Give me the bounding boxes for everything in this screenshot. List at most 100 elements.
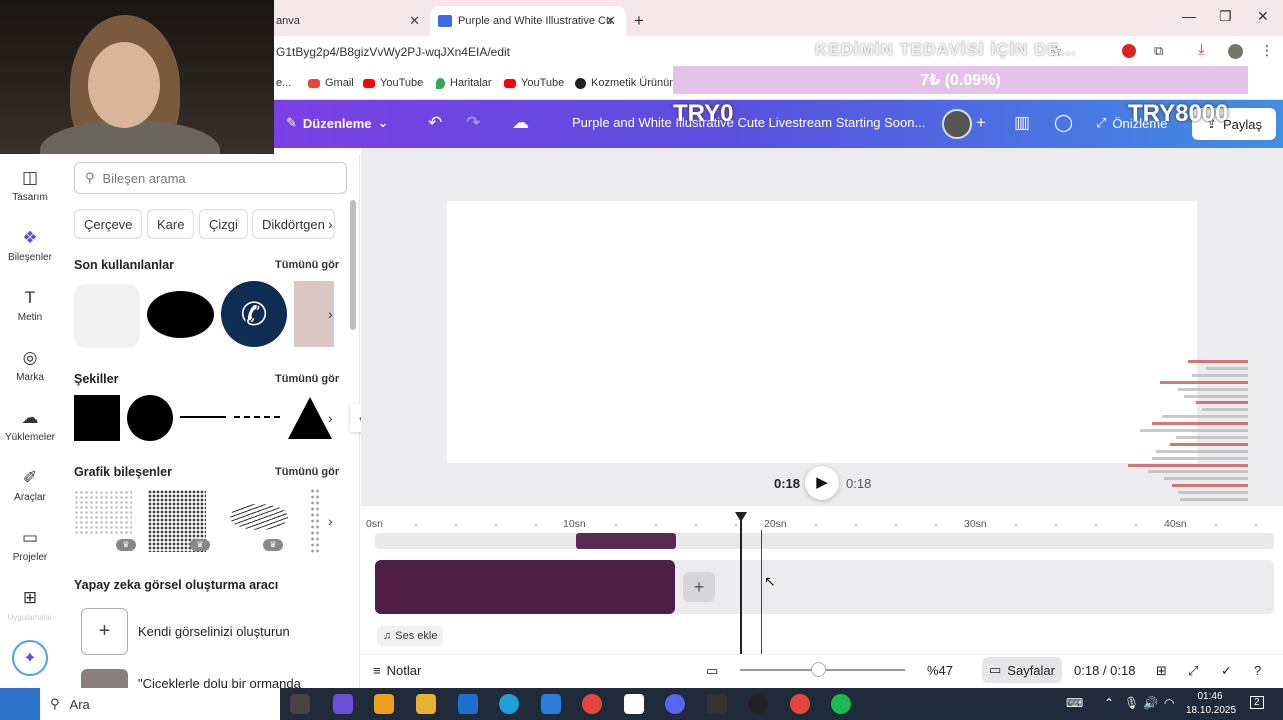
- ai-sample-thumb[interactable]: [81, 669, 128, 688]
- graphics-see-all[interactable]: Tümünü gör: [275, 466, 339, 478]
- rail-item-text[interactable]: T Metin: [0, 288, 60, 323]
- edit-menu[interactable]: ✎ Düzenleme ⌄: [286, 115, 388, 131]
- store-icon[interactable]: [374, 694, 394, 714]
- dots-graphic[interactable]: [310, 488, 320, 554]
- obs-icon[interactable]: [748, 694, 768, 714]
- fullscreen-icon[interactable]: ⤢: [1188, 663, 1198, 679]
- image-clip[interactable]: [576, 533, 676, 549]
- chip-frame[interactable]: Çerçeve: [74, 209, 143, 239]
- bookmark-youtube-2[interactable]: YouTube: [504, 77, 564, 89]
- design-page[interactable]: [447, 201, 1197, 463]
- url-field[interactable]: G1tByg2p4/B8gizVvWy2PJ-wqJXn4EIA/edit: [276, 45, 510, 59]
- chrome-active-icon[interactable]: [790, 694, 810, 714]
- browser-tab-active[interactable]: Purple and White Illustrative Cu ✕: [430, 6, 626, 36]
- new-tab-button[interactable]: +: [634, 6, 654, 36]
- grid-view-icon[interactable]: ⊞: [1156, 663, 1167, 679]
- close-tab-icon[interactable]: ✕: [409, 13, 420, 29]
- restore-icon[interactable]: ❐: [1219, 8, 1232, 25]
- rail-item-design[interactable]: ◫ Tasarım: [0, 168, 60, 203]
- close-window-icon[interactable]: ✕: [1257, 8, 1269, 25]
- keyboard-icon[interactable]: ⌨: [1066, 696, 1083, 710]
- outlook-icon[interactable]: [458, 694, 478, 714]
- chevron-up-icon[interactable]: ⌃: [1104, 696, 1114, 710]
- ie-icon[interactable]: [541, 694, 561, 714]
- taskbar-clock[interactable]: 01:46 18.10.2025: [1186, 690, 1236, 718]
- bookmark-cosmetics[interactable]: Kozmetik Ürününd: [575, 77, 682, 89]
- magic-assistant-button[interactable]: ✦: [12, 640, 48, 676]
- timeline-toggle-icon[interactable]: ▭: [706, 663, 718, 679]
- notification-badge[interactable]: 2: [1250, 696, 1264, 709]
- close-tab-icon[interactable]: ✕: [605, 13, 616, 29]
- ai-create-label[interactable]: Kendi görselinizi oluşturun: [138, 624, 290, 639]
- collaborator-avatar[interactable]: [942, 109, 972, 139]
- chrome-icon[interactable]: [582, 694, 602, 714]
- rail-item-uploads[interactable]: ☁ Yüklemeler: [0, 408, 60, 443]
- bookmark-maps[interactable]: Haritalar: [436, 77, 492, 89]
- brush-graphic[interactable]: [230, 504, 288, 530]
- folder-icon[interactable]: [416, 694, 436, 714]
- add-page-button[interactable]: +: [683, 572, 715, 602]
- chip-square[interactable]: Kare: [147, 209, 195, 239]
- task-view-icon[interactable]: [290, 694, 310, 714]
- rail-item-tools[interactable]: ✐ Araçlar: [0, 468, 60, 503]
- playhead[interactable]: [740, 518, 742, 654]
- wifi-icon[interactable]: ◠: [1164, 696, 1174, 710]
- menu-icon[interactable]: ⋮: [1260, 42, 1274, 59]
- recent-see-all[interactable]: Tümünü gör: [275, 259, 339, 271]
- rail-item-brand[interactable]: ◎ Marka: [0, 348, 60, 383]
- help-icon[interactable]: ?: [1254, 663, 1261, 678]
- halftone-graphic[interactable]: [74, 490, 132, 534]
- triangle-shape[interactable]: [288, 397, 332, 439]
- puzzle-icon[interactable]: ⧉: [1154, 43, 1163, 59]
- chip-rectangle[interactable]: Dikdörtgen: [252, 209, 335, 239]
- ai-create-plus-button[interactable]: +: [81, 608, 128, 655]
- add-collaborator-icon[interactable]: +: [976, 113, 986, 133]
- copilot-icon[interactable]: [333, 694, 353, 714]
- shapes-see-all[interactable]: Tümünü gör: [275, 373, 339, 385]
- edge-icon[interactable]: [499, 694, 519, 714]
- comment-icon[interactable]: ◯: [1054, 113, 1073, 133]
- chevron-right-icon[interactable]: ›: [328, 306, 333, 322]
- bookmark-gmail[interactable]: Gmail: [308, 77, 354, 89]
- recent-ellipse-thumb[interactable]: [147, 291, 214, 338]
- chevron-right-icon[interactable]: ›: [328, 513, 333, 529]
- pages-button[interactable]: ▭ Sayfalar: [982, 657, 1062, 683]
- minimize-icon[interactable]: —: [1182, 8, 1196, 24]
- bookmark-youtube[interactable]: YouTube: [363, 77, 423, 89]
- discord-icon[interactable]: [665, 694, 685, 714]
- chip-line[interactable]: Çizgi: [199, 209, 248, 239]
- start-button[interactable]: [0, 688, 40, 720]
- zoom-slider-handle[interactable]: [810, 662, 826, 677]
- page-clip[interactable]: [375, 560, 675, 614]
- browser-tab[interactable]: anva ✕: [274, 6, 430, 36]
- square-shape[interactable]: [74, 395, 120, 441]
- overlay-track[interactable]: [375, 533, 1274, 549]
- bookmark-item[interactable]: e...: [276, 77, 291, 89]
- check-icon[interactable]: ✓: [1221, 663, 1232, 679]
- rail-item-elements[interactable]: ❖ Bileşenler: [0, 228, 60, 263]
- play-button[interactable]: ▶: [805, 466, 839, 500]
- rail-item-apps[interactable]: ⊞ Uygulamalar: [0, 588, 60, 623]
- recent-phone-thumb[interactable]: ✆: [221, 281, 287, 347]
- arrow-line-shape[interactable]: [180, 416, 226, 418]
- notepad-icon[interactable]: [624, 694, 644, 714]
- panel-scrollbar[interactable]: [350, 200, 356, 330]
- zoom-value[interactable]: %47: [927, 663, 953, 678]
- chevron-right-icon[interactable]: ›: [328, 410, 333, 426]
- download-icon[interactable]: ⤓: [1198, 41, 1205, 58]
- spotify-icon[interactable]: [831, 694, 851, 714]
- dashed-line-shape[interactable]: [234, 416, 280, 418]
- taskbar-search[interactable]: ⚲ Ara: [40, 688, 280, 720]
- element-search-input[interactable]: ⚲ Bileşen arama: [74, 162, 347, 194]
- document-title[interactable]: Purple and White Illustrative Cute Lives…: [572, 115, 925, 130]
- circle-shape[interactable]: [127, 395, 173, 441]
- recent-instagram-thumb[interactable]: [74, 284, 140, 348]
- notes-button[interactable]: ≡ Notlar: [373, 663, 421, 678]
- clapper-icon[interactable]: [707, 694, 727, 714]
- redo-icon[interactable]: ↷: [466, 113, 480, 133]
- extension-icon[interactable]: [1122, 44, 1136, 58]
- rail-item-projects[interactable]: ▭ Projeler: [0, 528, 60, 563]
- volume-icon[interactable]: 🔊: [1143, 696, 1158, 710]
- analytics-icon[interactable]: ▥: [1014, 113, 1030, 133]
- chevron-right-icon[interactable]: ›: [328, 216, 333, 232]
